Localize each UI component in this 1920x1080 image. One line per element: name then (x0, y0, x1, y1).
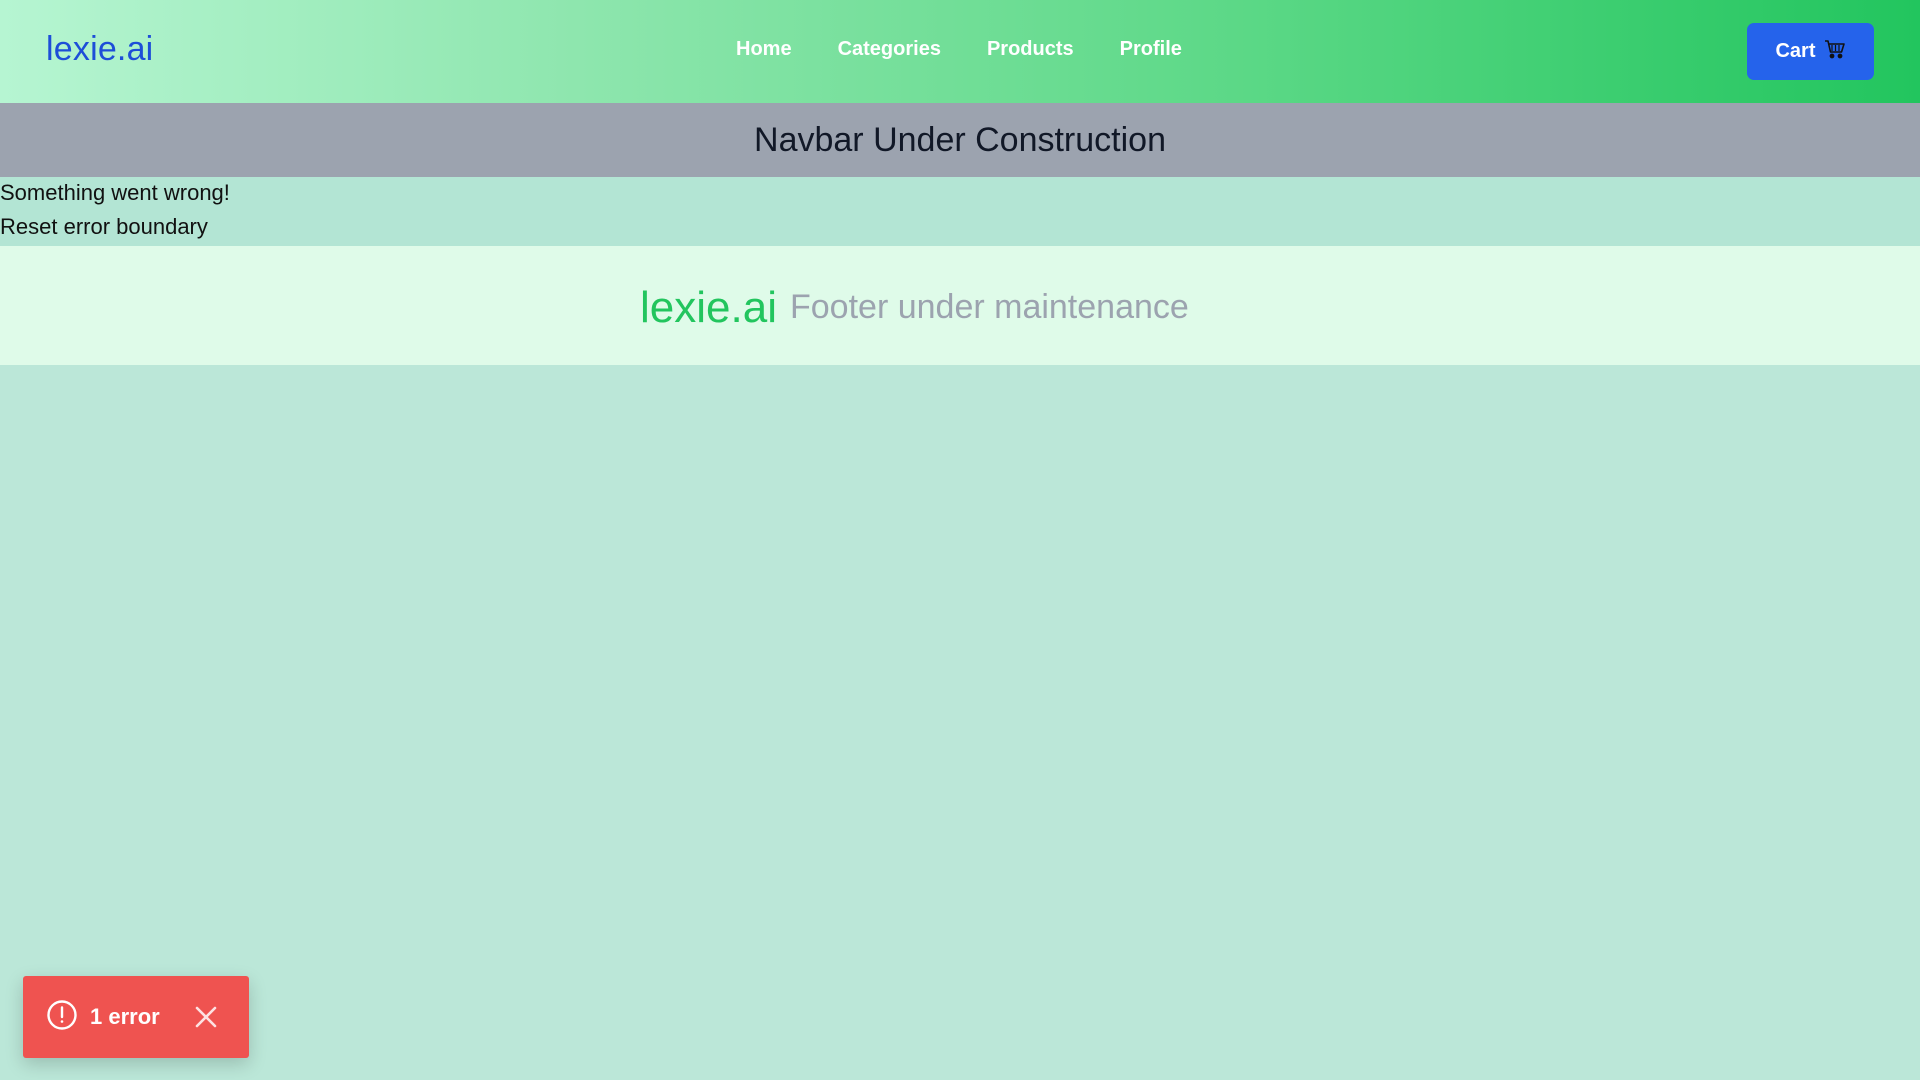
cart-icon (1824, 39, 1846, 65)
banner-title: Navbar Under Construction (754, 120, 1166, 159)
close-icon[interactable] (194, 1005, 218, 1029)
cart-button-label: Cart (1775, 40, 1816, 62)
alert-circle-icon (46, 999, 78, 1036)
nav-item-products[interactable]: Products (987, 38, 1074, 61)
nav-item-categories[interactable]: Categories (838, 38, 941, 61)
cart-button[interactable]: Cart (1747, 23, 1874, 80)
construction-banner: Navbar Under Construction (0, 103, 1920, 177)
reset-error-link[interactable]: Reset error boundary (0, 214, 208, 240)
error-count: 1 error (90, 1004, 160, 1029)
error-toast[interactable]: 1 error (23, 976, 249, 1058)
error-message: Something went wrong! (0, 180, 230, 205)
footer-brand: lexie.ai (640, 283, 777, 332)
error-boundary: Something went wrong! Reset error bounda… (0, 177, 1920, 246)
footer: lexie.ai Footer under maintenance (0, 246, 1920, 365)
nav-item-profile[interactable]: Profile (1120, 38, 1182, 61)
nav-item-home[interactable]: Home (736, 38, 792, 61)
footer-status-text: Footer under maintenance (790, 288, 1189, 326)
brand-logo[interactable]: lexie.ai (46, 30, 153, 69)
top-navbar: lexie.ai Home Categories Products Profil… (0, 0, 1920, 103)
nav-links: Home Categories Products Profile (736, 38, 1182, 61)
